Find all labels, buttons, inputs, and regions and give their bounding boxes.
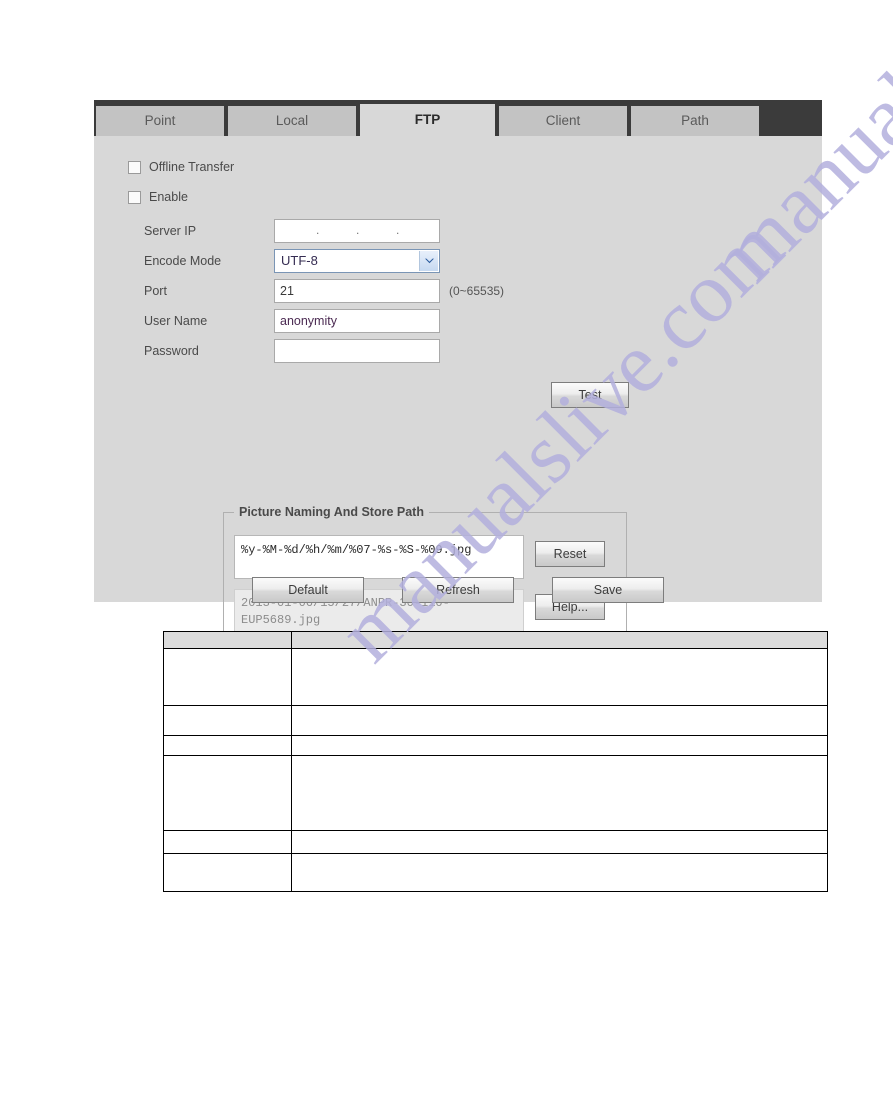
- encode-mode-value: UTF-8: [281, 253, 318, 268]
- tab-local[interactable]: Local: [228, 106, 356, 136]
- table-cell-parameter: [163, 755, 292, 831]
- port-label: Port: [144, 284, 167, 298]
- reset-button[interactable]: Reset: [535, 541, 605, 567]
- tab-path[interactable]: Path: [631, 106, 759, 136]
- table-header-cell-parameter: [163, 631, 292, 649]
- parameter-description-table: [163, 631, 828, 892]
- password-label: Password: [144, 344, 199, 358]
- table-row: [163, 648, 828, 706]
- password-input[interactable]: [274, 339, 440, 363]
- table-header-cell-function: [291, 631, 828, 649]
- table-cell-function: [291, 735, 828, 756]
- table-cell-parameter: [163, 830, 292, 854]
- encode-mode-row: Encode Mode UTF-8: [144, 248, 440, 274]
- offline-transfer-row: Offline Transfer: [128, 160, 234, 174]
- tab-point[interactable]: Point: [96, 106, 224, 136]
- table-cell-parameter: [163, 853, 292, 892]
- table-row: [163, 755, 828, 831]
- enable-checkbox[interactable]: [128, 190, 141, 204]
- user-name-row: User Name: [144, 308, 440, 334]
- table-cell-parameter: [163, 735, 292, 756]
- table-header-row: [163, 631, 828, 649]
- chevron-down-icon[interactable]: [419, 251, 438, 271]
- table-cell-function: [291, 830, 828, 854]
- ftp-settings-panel: Point Local FTP Client Path Offline Tran…: [94, 100, 822, 647]
- server-ip-input[interactable]: [274, 219, 440, 243]
- action-button-bar: Default Refresh Save: [94, 577, 822, 603]
- tab-strip: Point Local FTP Client Path: [94, 100, 822, 136]
- port-range-hint: (0~65535): [449, 284, 505, 298]
- test-button[interactable]: Test: [551, 382, 629, 408]
- refresh-button[interactable]: Refresh: [402, 577, 514, 603]
- server-ip-field-wrap: . . .: [274, 219, 440, 243]
- user-name-label: User Name: [144, 314, 208, 328]
- panel-body: Offline Transfer Enable Server IP . . . …: [94, 136, 822, 647]
- server-ip-label: Server IP: [144, 224, 197, 238]
- table-cell-parameter: [163, 705, 292, 736]
- table-cell-function: [291, 853, 828, 892]
- encode-mode-label: Encode Mode: [144, 254, 222, 268]
- table-row: [163, 705, 828, 736]
- save-button[interactable]: Save: [552, 577, 664, 603]
- table-cell-function: [291, 648, 828, 706]
- default-button[interactable]: Default: [252, 577, 364, 603]
- table-row: [163, 853, 828, 892]
- encode-mode-select[interactable]: UTF-8: [274, 249, 440, 273]
- port-row: Port (0~65535): [144, 278, 504, 304]
- picture-naming-group-title: Picture Naming And Store Path: [234, 505, 429, 519]
- table-body: [163, 631, 828, 892]
- table-cell-parameter: [163, 648, 292, 706]
- tab-client[interactable]: Client: [499, 106, 627, 136]
- server-ip-row: Server IP . . .: [144, 218, 440, 244]
- enable-row: Enable: [128, 190, 188, 204]
- table-row: [163, 830, 828, 854]
- table-row: [163, 735, 828, 756]
- table-cell-function: [291, 705, 828, 736]
- password-row: Password: [144, 338, 440, 364]
- path-template-input[interactable]: [234, 535, 524, 579]
- user-name-input[interactable]: [274, 309, 440, 333]
- enable-label: Enable: [149, 190, 188, 204]
- offline-transfer-label: Offline Transfer: [149, 160, 235, 174]
- offline-transfer-checkbox[interactable]: [128, 160, 141, 174]
- table-cell-function: [291, 755, 828, 831]
- tab-ftp[interactable]: FTP: [360, 104, 495, 136]
- port-input[interactable]: [274, 279, 440, 303]
